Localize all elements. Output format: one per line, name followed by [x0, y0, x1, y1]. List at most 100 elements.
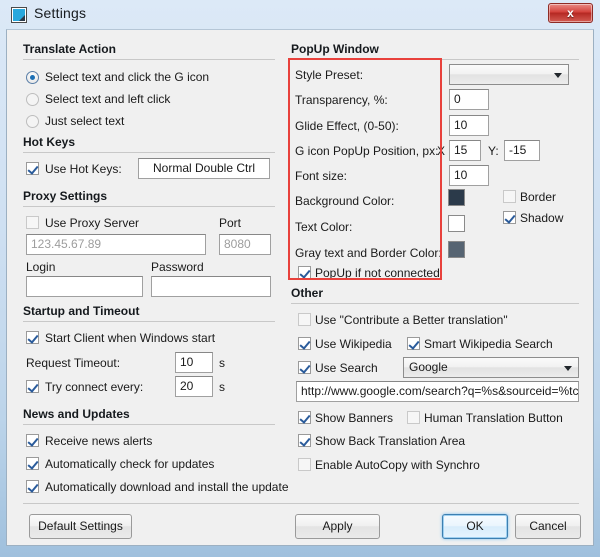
checkbox-start-client-windows-start[interactable] [26, 331, 39, 344]
font-size-input[interactable]: 10 [449, 165, 489, 186]
checkbox-smart-wikipedia-search[interactable] [407, 337, 420, 350]
checkbox-receive-news-alerts[interactable] [26, 434, 39, 447]
label-receive-news-alerts: Receive news alerts [45, 434, 153, 448]
label-transparency: Transparency, %: [295, 93, 388, 107]
hotkey-value-field[interactable]: Normal Double Ctrl [138, 158, 270, 179]
ok-button[interactable]: OK [442, 514, 508, 539]
proxy-password-input[interactable] [151, 276, 271, 297]
radio-label-just-select-text: Just select text [45, 114, 125, 128]
divider [23, 206, 275, 207]
request-timeout-input[interactable]: 10 [175, 352, 213, 373]
checkbox-use-hot-keys[interactable] [26, 162, 39, 175]
radio-select-left-click[interactable] [26, 93, 39, 106]
checkbox-contribute-better-translation[interactable] [298, 313, 311, 326]
gray-border-color-swatch[interactable] [448, 241, 465, 258]
checkbox-shadow[interactable] [503, 211, 516, 224]
checkbox-show-banners[interactable] [298, 411, 311, 424]
label-text-color: Text Color: [295, 220, 353, 234]
group-title-other: Other [291, 286, 324, 300]
label-start-client-windows-start: Start Client when Windows start [45, 331, 216, 345]
proxy-port-input[interactable]: 8080 [219, 234, 271, 255]
label-password: Password [151, 260, 204, 274]
chevron-down-icon [554, 73, 562, 78]
transparency-input[interactable]: 0 [449, 89, 489, 110]
app-icon [11, 7, 27, 23]
checkbox-show-back-translation-area[interactable] [298, 434, 311, 447]
close-icon[interactable]: x [548, 3, 593, 23]
divider [291, 303, 579, 304]
label-request-timeout: Request Timeout: [26, 356, 121, 370]
label-background-color: Background Color: [295, 194, 395, 208]
checkbox-enable-autocopy-synchro[interactable] [298, 458, 311, 471]
label-show-banners: Show Banners [315, 411, 394, 425]
title-bar: Settings x [0, 0, 600, 29]
glide-effect-input[interactable]: 10 [449, 115, 489, 136]
label-use-search: Use Search [315, 361, 378, 375]
group-title-startup-timeout: Startup and Timeout [23, 304, 140, 318]
label-contribute-better-translation: Use "Contribute a Better translation" [315, 313, 508, 327]
background-color-swatch[interactable] [448, 189, 465, 206]
label-human-translation-button: Human Translation Button [424, 411, 563, 425]
proxy-login-input[interactable] [26, 276, 143, 297]
group-title-news-updates: News and Updates [23, 407, 130, 421]
label-enable-autocopy-synchro: Enable AutoCopy with Synchro [315, 458, 480, 472]
label-popup-if-not-connected: PopUp if not connected [315, 266, 440, 280]
footer-divider [23, 503, 579, 504]
checkbox-human-translation-button[interactable] [407, 411, 420, 424]
checkbox-use-search[interactable] [298, 361, 311, 374]
apply-button[interactable]: Apply [295, 514, 380, 539]
radio-label-select-left-click: Select text and left click [45, 92, 171, 106]
group-title-proxy-settings: Proxy Settings [23, 189, 108, 203]
search-url-input[interactable]: http://www.google.com/search?q=%s&source… [296, 381, 579, 402]
label-popup-position: G icon PopUp Position, px: [295, 144, 439, 158]
checkbox-border[interactable] [503, 190, 516, 203]
dialog-client-area: Translate Action Select text and click t… [6, 29, 594, 546]
style-preset-dropdown[interactable] [449, 64, 569, 85]
divider [23, 424, 275, 425]
label-request-timeout-unit: s [219, 356, 225, 370]
checkbox-use-proxy-server[interactable] [26, 216, 39, 229]
group-title-hot-keys: Hot Keys [23, 135, 76, 149]
label-try-connect-every: Try connect every: [45, 380, 144, 394]
divider [23, 152, 275, 153]
checkbox-auto-download-install[interactable] [26, 480, 39, 493]
label-auto-check-updates: Automatically check for updates [45, 457, 215, 471]
checkbox-try-connect-every[interactable] [26, 380, 39, 393]
label-auto-download-install: Automatically download and install the u… [45, 480, 289, 494]
label-use-hot-keys: Use Hot Keys: [45, 162, 122, 176]
radio-just-select-text[interactable] [26, 115, 39, 128]
try-connect-input[interactable]: 20 [175, 376, 213, 397]
label-show-back-translation-area: Show Back Translation Area [315, 434, 466, 448]
position-x-input[interactable]: 15 [449, 140, 481, 161]
proxy-server-input[interactable]: 123.45.67.89 [26, 234, 206, 255]
label-smart-wikipedia-search: Smart Wikipedia Search [424, 337, 553, 351]
divider [23, 321, 275, 322]
label-use-proxy-server: Use Proxy Server [45, 216, 140, 230]
label-style-preset: Style Preset: [295, 68, 364, 82]
position-y-input[interactable]: -15 [504, 140, 540, 161]
label-login: Login [26, 260, 56, 274]
label-try-connect-unit: s [219, 380, 225, 394]
default-settings-button[interactable]: Default Settings [29, 514, 132, 539]
label-shadow: Shadow [520, 211, 564, 225]
label-gray-border-color: Gray text and Border Color: [295, 246, 442, 260]
cancel-button[interactable]: Cancel [515, 514, 581, 539]
checkbox-use-wikipedia[interactable] [298, 337, 311, 350]
settings-dialog: Settings x Translate Action Select text … [0, 0, 600, 557]
label-font-size: Font size: [295, 169, 348, 183]
search-engine-value: Google [409, 360, 448, 374]
chevron-down-icon [564, 366, 572, 371]
radio-select-click-g-icon[interactable] [26, 71, 39, 84]
label-border: Border [520, 190, 557, 204]
group-title-translate-action: Translate Action [23, 42, 116, 56]
divider [291, 59, 579, 60]
checkbox-popup-if-not-connected[interactable] [298, 266, 311, 279]
text-color-swatch[interactable] [448, 215, 465, 232]
checkbox-auto-check-updates[interactable] [26, 457, 39, 470]
radio-label-select-click-g-icon: Select text and click the G icon [45, 70, 210, 84]
label-glide-effect: Glide Effect, (0-50): [295, 119, 399, 133]
group-title-popup-window: PopUp Window [291, 42, 379, 56]
divider [23, 59, 275, 60]
label-position-x: X [437, 144, 446, 158]
search-engine-dropdown[interactable]: Google [403, 357, 579, 378]
